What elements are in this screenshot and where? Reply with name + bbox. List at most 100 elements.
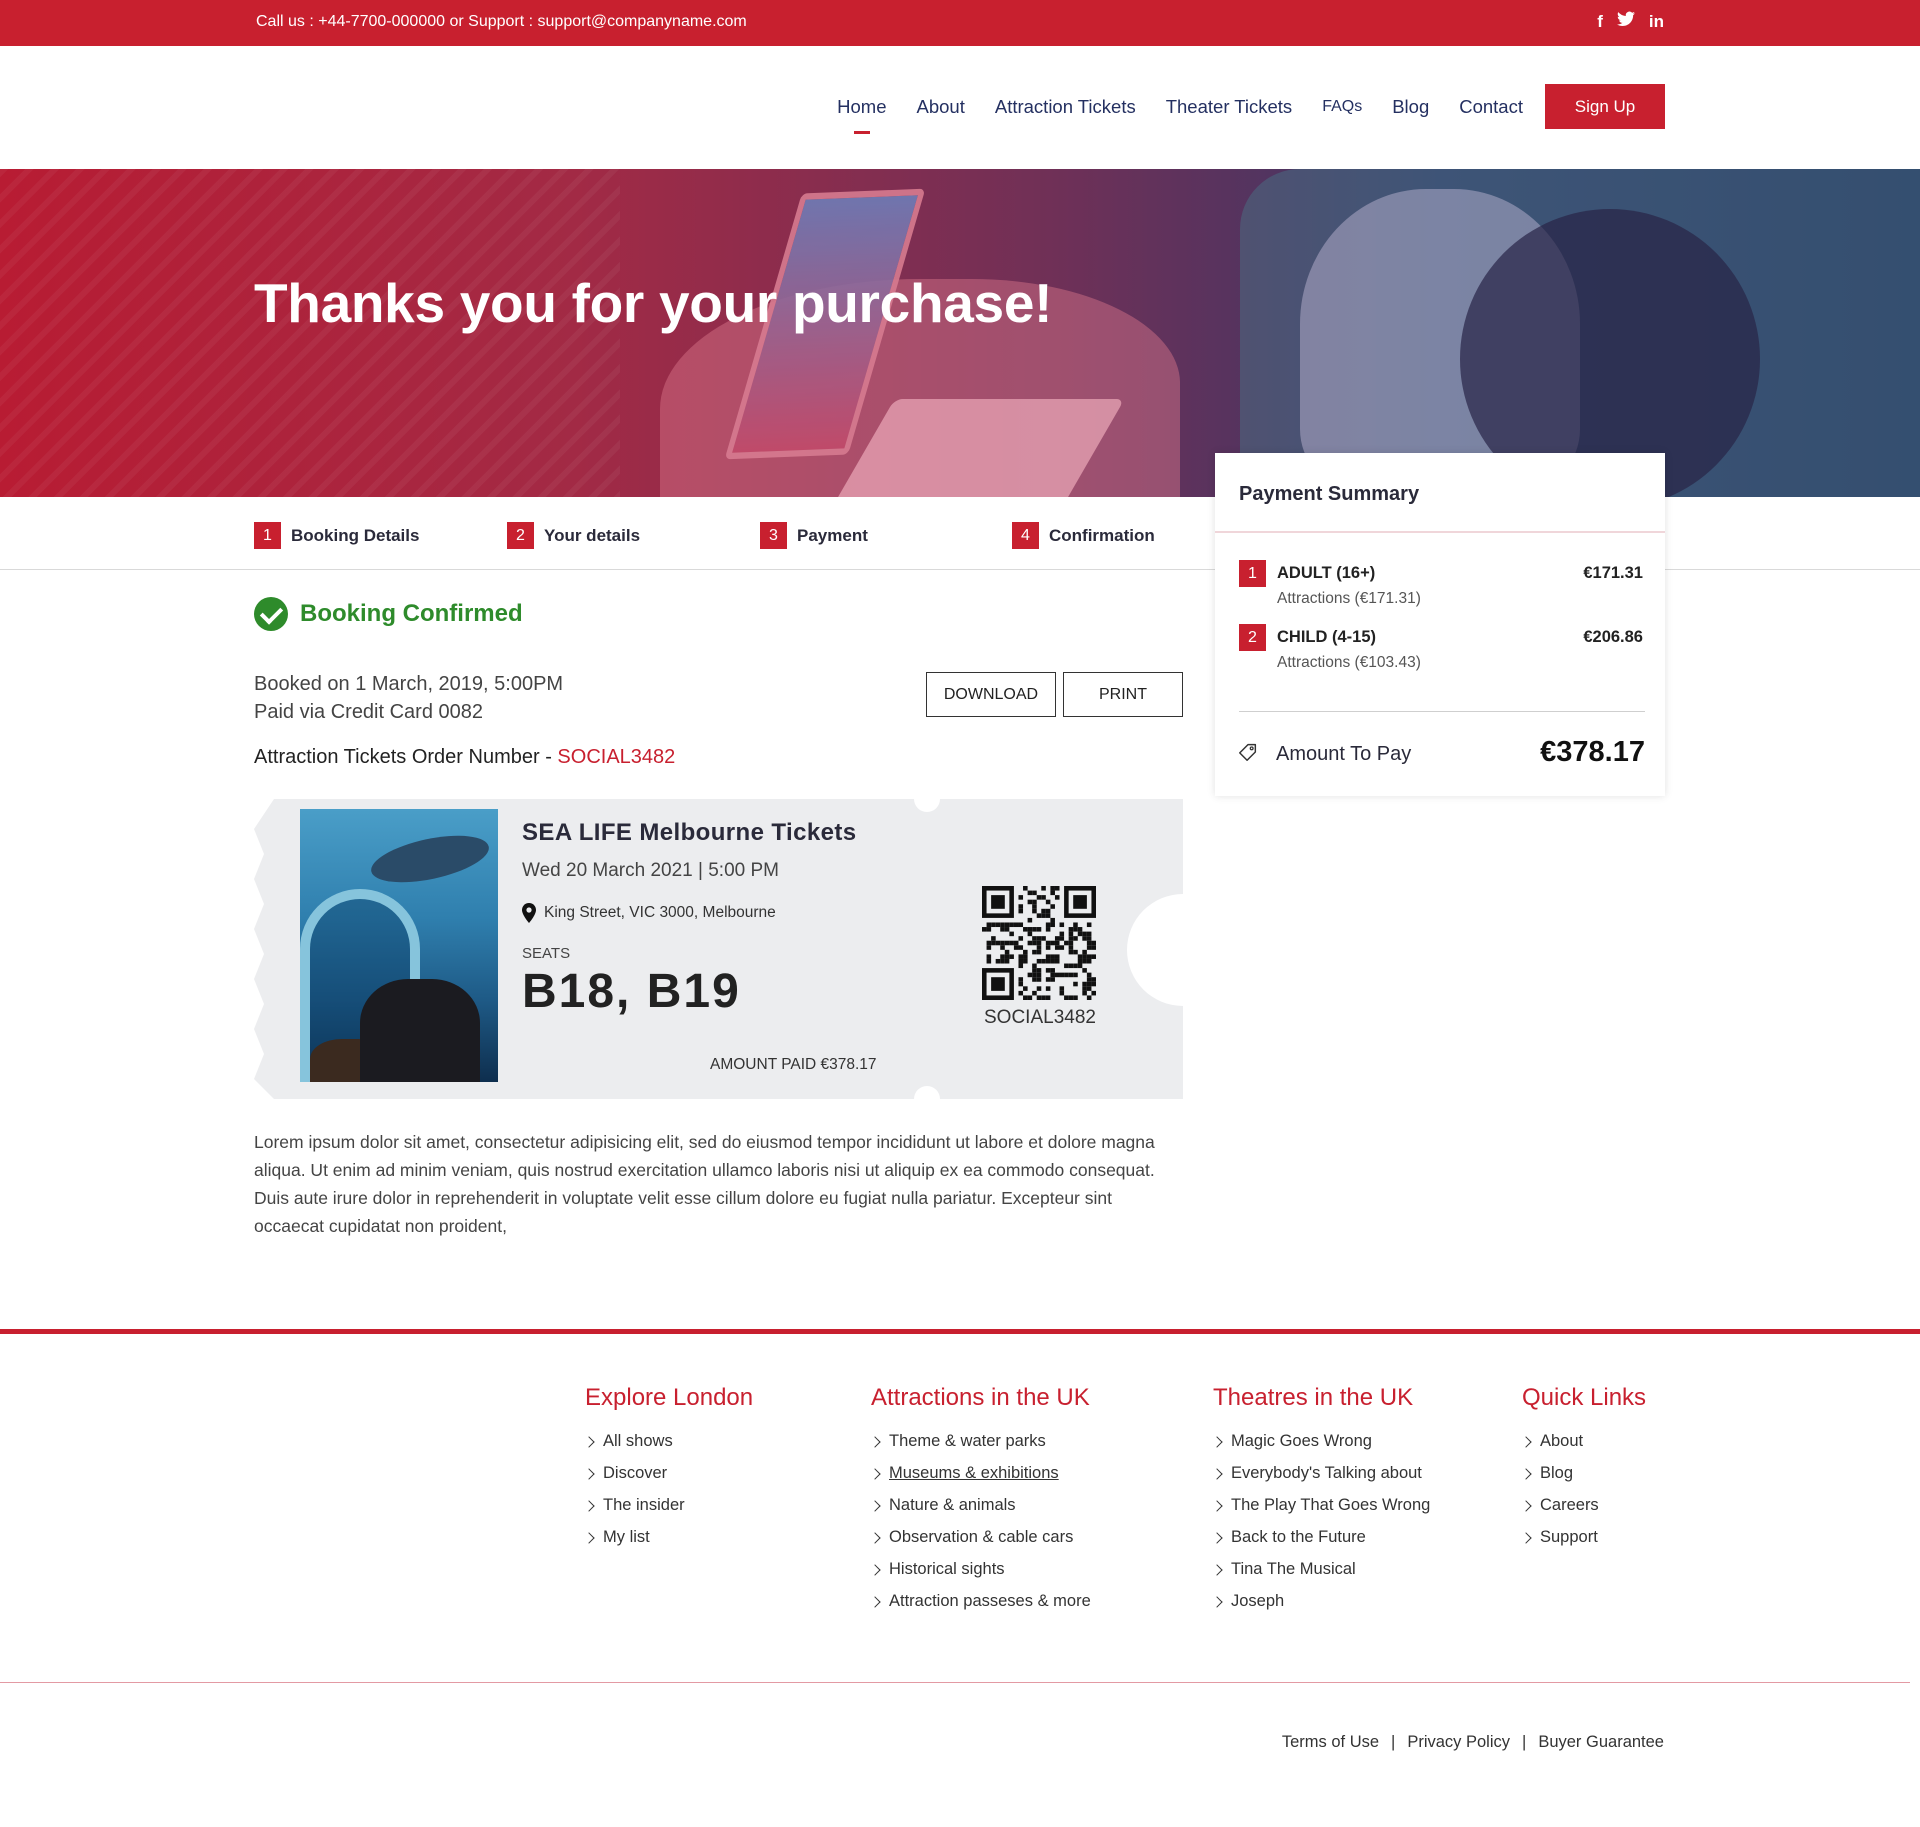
amount-paid: AMOUNT PAID €378.17 (710, 1056, 877, 1073)
chevron-right-icon (1520, 1436, 1532, 1448)
footer-link[interactable]: Back to the Future (1211, 1528, 1430, 1560)
chevron-right-icon (583, 1436, 595, 1448)
contact-info: Call us : +44-7700-000000 or Support : s… (256, 13, 747, 30)
booking-status: Booking Confirmed (254, 597, 523, 631)
chevron-right-icon (869, 1564, 881, 1576)
chevron-right-icon (869, 1532, 881, 1544)
legal-links: Terms of Use | Privacy Policy | Buyer Gu… (1282, 1733, 1664, 1752)
nav-item-blog[interactable]: Blog (1392, 96, 1429, 118)
terms-link[interactable]: Terms of Use (1282, 1733, 1379, 1752)
separator: | (1522, 1733, 1527, 1751)
step-confirmation[interactable]: 4 Confirmation (1012, 522, 1155, 549)
footer-link[interactable]: The Play That Goes Wrong (1211, 1496, 1430, 1528)
step-booking-details[interactable]: 1 Booking Details (254, 522, 419, 549)
nav-item-faqs[interactable]: FAQs (1322, 98, 1362, 120)
nav-item-attraction-tickets[interactable]: Attraction Tickets (995, 96, 1136, 118)
ticket-card: SEA LIFE Melbourne Tickets Wed 20 March … (254, 799, 1183, 1099)
chevron-right-icon (1211, 1532, 1223, 1544)
hero-banner: Thanks you for your purchase! (0, 169, 1920, 497)
order-number-label: Attraction Tickets Order Number - (254, 746, 558, 768)
item-price: €171.31 (1583, 564, 1643, 582)
qr-code-icon (982, 886, 1096, 1000)
footer-link[interactable]: Joseph (1211, 1592, 1430, 1624)
ticket-code: SOCIAL3482 (984, 1007, 1096, 1028)
footer-link[interactable]: Observation & cable cars (869, 1528, 1091, 1560)
footer-link[interactable]: Nature & animals (869, 1496, 1091, 1528)
footer-link[interactable]: Careers (1520, 1496, 1646, 1528)
chevron-right-icon (1211, 1596, 1223, 1608)
page-title: Thanks you for your purchase! (254, 272, 1053, 334)
footer-column-explore-london: Explore London All shows Discover The in… (583, 1384, 754, 1560)
footer-link[interactable]: My list (583, 1528, 753, 1560)
chevron-right-icon (1211, 1436, 1223, 1448)
nav-item-contact[interactable]: Contact (1459, 96, 1523, 118)
amount-to-pay-value: €378.17 (1540, 736, 1645, 768)
footer-link[interactable]: Historical sights (869, 1560, 1091, 1592)
twitter-icon[interactable] (1616, 11, 1635, 33)
footer-link[interactable]: The insider (583, 1496, 753, 1528)
facebook-icon[interactable]: f (1597, 11, 1603, 33)
sign-up-button[interactable]: Sign Up (1545, 84, 1665, 129)
price-tag-icon (1239, 743, 1257, 761)
step-your-details[interactable]: 2 Your details (507, 522, 640, 549)
nav-item-home[interactable]: Home (837, 96, 887, 134)
chevron-right-icon (869, 1468, 881, 1480)
footer-link[interactable]: Theme & water parks (869, 1432, 1091, 1464)
print-button[interactable]: PRINT (1063, 672, 1183, 717)
privacy-link[interactable]: Privacy Policy (1407, 1733, 1510, 1752)
order-number: Attraction Tickets Order Number - SOCIAL… (254, 746, 675, 769)
item-price: €206.86 (1583, 628, 1643, 646)
footer-column-attractions: Attractions in the UK Theme & water park… (869, 1384, 1091, 1624)
chevron-right-icon (1211, 1468, 1223, 1480)
location-pin-icon (522, 903, 536, 923)
chevron-right-icon (1520, 1500, 1532, 1512)
linkedin-icon[interactable]: in (1649, 11, 1664, 33)
footer-link[interactable]: About (1520, 1432, 1646, 1464)
footer-link[interactable]: Support (1520, 1528, 1646, 1560)
step-payment[interactable]: 3 Payment (760, 522, 868, 549)
booked-on: Booked on 1 March, 2019, 5:00PM (254, 673, 564, 695)
footer-column-title: Attractions in the UK (871, 1384, 1090, 1411)
step-label: Booking Details (291, 525, 420, 545)
footer-link[interactable]: Magic Goes Wrong (1211, 1432, 1430, 1464)
footer-link[interactable]: Attraction passeses & more (869, 1592, 1091, 1624)
footer-column-title: Theatres in the UK (1213, 1384, 1414, 1411)
footer-link[interactable]: Museums & exhibitions (869, 1464, 1091, 1496)
footer-link[interactable]: All shows (583, 1432, 753, 1464)
footer-link[interactable]: Everybody's Talking about (1211, 1464, 1430, 1496)
top-bar: Call us : +44-7700-000000 or Support : s… (0, 0, 1920, 46)
ticket-location-text: King Street, VIC 3000, Melbourne (544, 904, 776, 921)
seats-value: B18, B19 (522, 965, 741, 1018)
step-number: 3 (760, 522, 787, 549)
nav-item-theater-tickets[interactable]: Theater Tickets (1166, 96, 1292, 118)
footer-column-theatres: Theatres in the UK Magic Goes Wrong Ever… (1211, 1384, 1430, 1624)
ticket-date: Wed 20 March 2021 | 5:00 PM (522, 860, 780, 881)
chevron-right-icon (1520, 1468, 1532, 1480)
ticket-image-people (360, 979, 480, 1082)
footer-link[interactable]: Blog (1520, 1464, 1646, 1496)
chevron-right-icon (869, 1436, 881, 1448)
nav-item-about[interactable]: About (917, 96, 965, 118)
order-number-code[interactable]: SOCIAL3482 (557, 746, 675, 768)
amount-to-pay-label: Amount To Pay (1276, 743, 1412, 765)
check-circle-icon (254, 597, 288, 631)
chevron-right-icon (1211, 1500, 1223, 1512)
footer-column-quick-links: Quick Links About Blog Careers Support (1520, 1384, 1647, 1560)
footer-divider (0, 1682, 1910, 1683)
footer-column-title: Quick Links (1522, 1384, 1647, 1411)
seats-label: SEATS (522, 945, 571, 962)
item-number: 2 (1239, 624, 1266, 651)
chevron-right-icon (583, 1500, 595, 1512)
step-label: Your details (544, 525, 641, 545)
ticket-image-shark (367, 826, 493, 892)
buyer-guarantee-link[interactable]: Buyer Guarantee (1538, 1733, 1664, 1752)
ticket-title: SEA LIFE Melbourne Tickets (522, 819, 857, 846)
chevron-right-icon (1211, 1564, 1223, 1576)
footer-column-title: Explore London (585, 1384, 754, 1411)
paid-via: Paid via Credit Card 0082 (254, 701, 484, 723)
download-button[interactable]: DOWNLOAD (926, 672, 1056, 717)
footer-link[interactable]: Tina The Musical (1211, 1560, 1430, 1592)
item-sub: Attractions (€103.43) (1277, 654, 1421, 671)
step-number: 4 (1012, 522, 1039, 549)
footer-link[interactable]: Discover (583, 1464, 753, 1496)
